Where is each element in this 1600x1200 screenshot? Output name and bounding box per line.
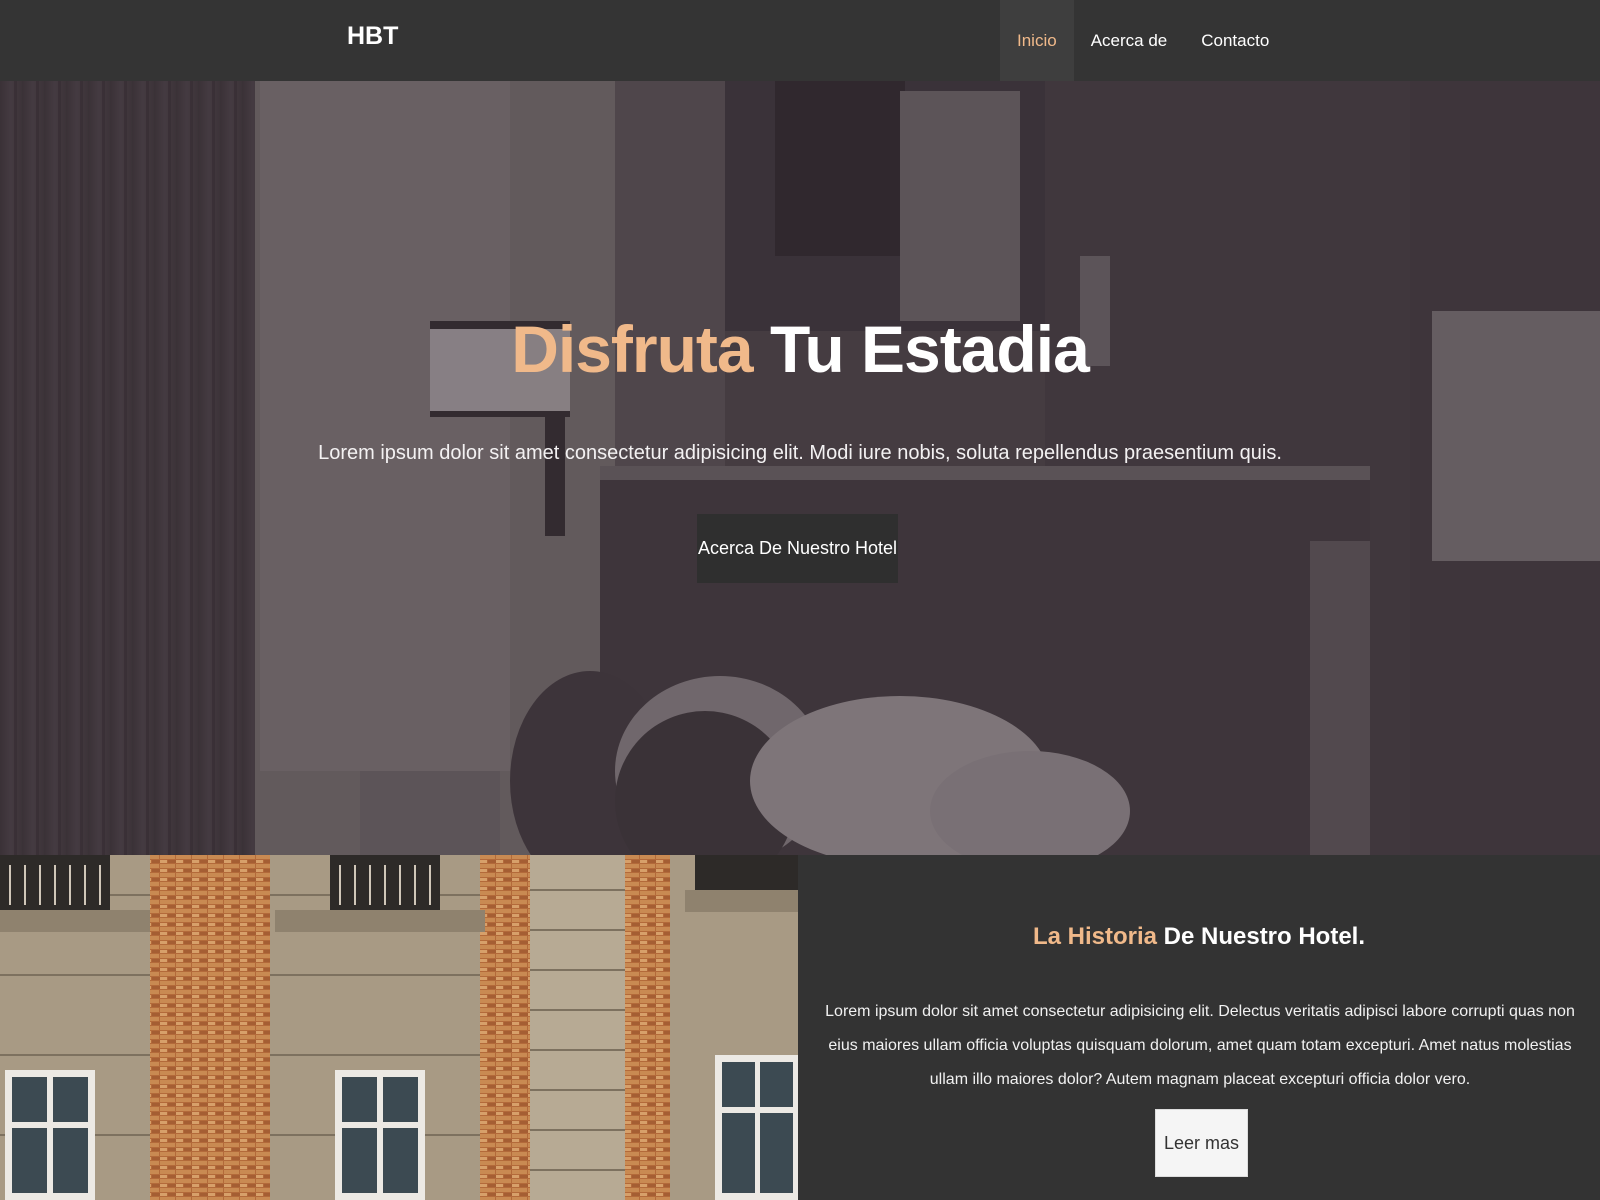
- about-hotel-button[interactable]: Acerca De Nuestro Hotel: [697, 514, 898, 583]
- read-more-button[interactable]: Leer mas: [1155, 1109, 1248, 1177]
- nav-link-inicio[interactable]: Inicio: [1000, 0, 1074, 81]
- hero-subtitle: Lorem ipsum dolor sit amet consectetur a…: [318, 442, 1282, 464]
- history-title: La Historia De Nuestro Hotel.: [798, 923, 1600, 951]
- hero-title-accent: Disfruta: [511, 312, 753, 386]
- history-title-rest: De Nuestro Hotel.: [1163, 923, 1366, 950]
- nav-links: Inicio Acerca de Contacto: [1000, 0, 1286, 81]
- hotel-facade-image: [0, 855, 798, 1200]
- navbar: HBT Inicio Acerca de Contacto: [0, 0, 1600, 81]
- nav-link-contacto[interactable]: Contacto: [1184, 0, 1286, 81]
- hero-content: Disfruta Tu Estadia Lorem ipsum dolor si…: [0, 81, 1600, 855]
- history-title-accent: La Historia: [1032, 923, 1157, 950]
- history-section: La Historia De Nuestro Hotel. Lorem ipsu…: [0, 855, 1600, 1200]
- nav-link-acerca-de[interactable]: Acerca de: [1074, 0, 1185, 81]
- history-panel: La Historia De Nuestro Hotel. Lorem ipsu…: [798, 855, 1600, 1200]
- history-paragraph: Lorem ipsum dolor sit amet consectetur a…: [825, 1003, 1575, 1088]
- hero-section: Disfruta Tu Estadia Lorem ipsum dolor si…: [0, 81, 1600, 855]
- hero-title: Disfruta Tu Estadia: [0, 311, 1600, 387]
- brand-logo[interactable]: HBT: [347, 22, 398, 51]
- hero-title-rest: Tu Estadia: [769, 312, 1090, 386]
